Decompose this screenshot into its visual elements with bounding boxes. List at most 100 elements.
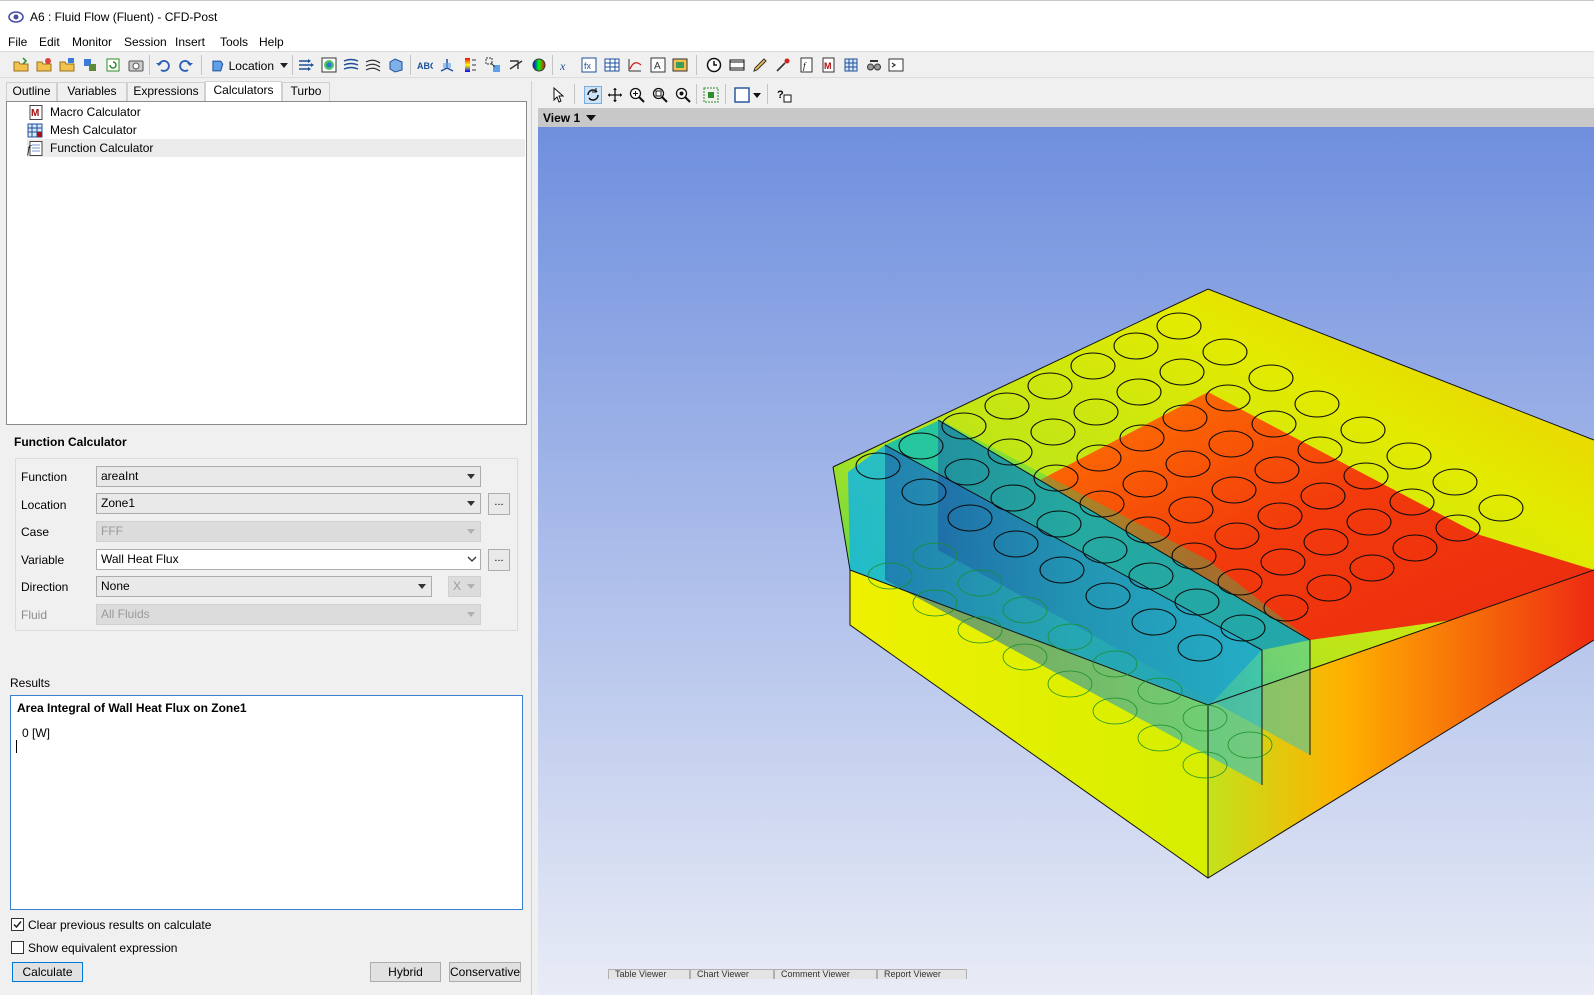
function-calculator-title: Function Calculator [14,435,127,449]
fit-view-icon[interactable] [702,86,720,104]
hybrid-button[interactable]: Hybrid [370,962,441,982]
animation-icon[interactable] [728,56,746,74]
variable-icon[interactable]: x [557,56,575,74]
case-comparison-icon[interactable] [865,56,883,74]
svg-text:?: ? [777,89,784,101]
menu-help[interactable]: Help [259,35,284,49]
svg-text:ABC: ABC [417,61,433,71]
open-folder-icon[interactable] [58,56,76,74]
tab-report-viewer[interactable]: Report Viewer [877,969,967,979]
direction-select[interactable]: None [96,576,432,597]
menu-edit[interactable]: Edit [39,35,60,49]
cfd-model-rendering [538,127,1594,995]
svg-text:M: M [31,108,39,119]
tab-calculators[interactable]: Calculators [205,81,282,102]
menu-tools[interactable]: Tools [220,35,248,49]
viewport-layout-icon[interactable] [733,86,751,104]
contour-icon[interactable] [320,56,338,74]
mesh-calculator-toolbar-icon[interactable] [842,56,860,74]
tab-chart-viewer[interactable]: Chart Viewer [690,969,774,979]
refresh-icon[interactable] [104,56,122,74]
direction-value: None [101,579,130,593]
chart-icon[interactable] [626,56,644,74]
load-state-icon[interactable] [12,56,30,74]
undo-icon[interactable] [154,56,172,74]
zoom-box-icon[interactable] [651,86,669,104]
tree-item-macro-calculator[interactable]: M Macro Calculator [27,103,525,121]
tab-variables[interactable]: Variables [57,82,127,101]
tab-table-viewer[interactable]: Table Viewer [608,969,690,979]
particle-track-icon[interactable] [364,56,382,74]
streamline-icon[interactable] [342,56,360,74]
function-select[interactable]: areaInt [96,466,481,487]
results-heading: Area Integral of Wall Heat Flux on Zone1 [17,701,247,715]
menu-file[interactable]: File [8,35,27,49]
function-calculator-toolbar-icon[interactable]: f [797,56,815,74]
panel-splitter[interactable] [531,81,532,995]
fluid-label: Fluid [21,608,48,622]
pan-icon[interactable] [606,86,624,104]
macro-calculator-toolbar-icon[interactable]: M [819,56,837,74]
location-select[interactable]: Zone1 [96,493,481,514]
command-editor-icon[interactable] [887,56,905,74]
case-select: FFF [96,521,481,542]
menu-insert[interactable]: Insert [175,35,205,49]
function-label: Function [21,470,68,484]
tree-item-function-calculator[interactable]: f Function Calculator [27,139,525,157]
coordinate-frame-icon[interactable] [438,56,456,74]
rotate-icon[interactable] [584,86,602,104]
table-icon[interactable] [603,56,621,74]
screenshot-icon[interactable] [127,56,145,74]
timestep-icon[interactable] [705,56,723,74]
probe-icon[interactable] [774,56,792,74]
viewer-tabs: Table Viewer Chart Viewer Comment Viewer… [608,969,968,979]
instance-transform-icon[interactable] [484,56,502,74]
conservative-button[interactable]: Conservative [449,962,521,982]
results-textarea[interactable]: Area Integral of Wall Heat Flux on Zone1… [10,695,523,910]
help-pointer-icon[interactable]: ? [776,86,794,104]
chevron-down-icon [467,529,475,534]
calculate-button[interactable]: Calculate [12,962,83,982]
tree-item-mesh-calculator[interactable]: Mesh Calculator [27,121,525,139]
comment-icon[interactable]: A [649,56,667,74]
fluid-select: All Fluids [96,604,481,625]
clip-plane-icon[interactable] [507,56,525,74]
direction-axis-select: X [448,576,481,597]
variable-browse-button[interactable]: ... [488,549,510,571]
select-pointer-icon[interactable] [550,86,568,104]
case-label: Case [21,525,50,539]
variable-select[interactable]: Wall Heat Flux [96,549,481,570]
clear-previous-checkbox[interactable] [11,918,24,931]
figure-icon[interactable] [671,56,689,74]
location-dropdown[interactable]: Location [210,56,288,75]
zoom-fit-icon[interactable] [674,86,692,104]
legend-icon[interactable] [461,56,479,74]
chevron-down-icon [280,63,288,68]
expression-icon[interactable]: fx [580,56,598,74]
fluid-value: All Fluids [101,607,150,621]
vector-icon[interactable] [297,56,315,74]
zoom-icon[interactable] [628,86,646,104]
save-state-icon[interactable] [81,56,99,74]
volume-render-icon[interactable] [387,56,405,74]
color-map-icon[interactable] [530,56,548,74]
tab-comment-viewer[interactable]: Comment Viewer [774,969,877,979]
menu-session[interactable]: Session [124,35,167,49]
menu-monitor[interactable]: Monitor [72,35,112,49]
load-results-icon[interactable] [35,56,53,74]
view-selector[interactable]: View 1 [538,108,1594,127]
tab-turbo[interactable]: Turbo [282,82,330,101]
mesh-calculator-icon [27,123,44,138]
3d-viewport[interactable] [538,127,1594,995]
location-browse-button[interactable]: ... [488,493,510,515]
text-caret [16,740,17,753]
tab-expressions[interactable]: Expressions [127,82,205,101]
tab-outline[interactable]: Outline [6,82,57,101]
quick-edit-icon[interactable] [751,56,769,74]
svg-text:A: A [654,61,661,72]
redo-icon[interactable] [177,56,195,74]
chevron-down-icon[interactable] [753,93,761,98]
text-icon[interactable]: ABC [416,56,434,74]
chevron-down-icon [467,474,475,479]
show-equivalent-checkbox[interactable] [11,941,24,954]
